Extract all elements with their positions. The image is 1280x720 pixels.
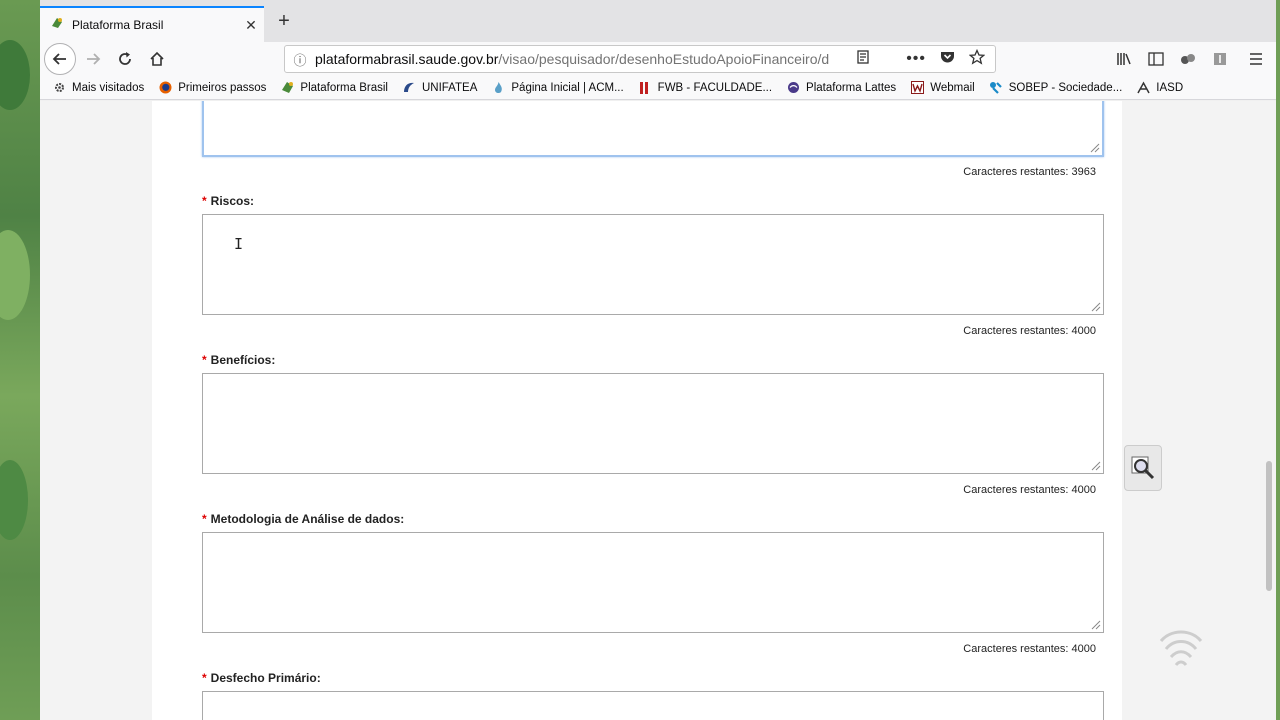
required-marker: * (202, 194, 207, 208)
site-info-icon[interactable]: ⓘ (285, 50, 315, 69)
desktop-background-right (1276, 0, 1280, 720)
plataforma-icon (280, 81, 294, 95)
browser-window: Plataforma Brasil ✕ + ⓘ plataformabrasil… (40, 0, 1276, 720)
bookmark-webmail[interactable]: Webmail (910, 81, 975, 95)
extension-icon[interactable] (1172, 44, 1204, 74)
firefox-icon (158, 81, 172, 95)
reader-view-icon[interactable] (856, 49, 870, 69)
wifi-watermark-icon (1159, 630, 1203, 666)
bookmark-star-icon[interactable] (968, 48, 986, 70)
resize-grip-icon[interactable] (1091, 620, 1101, 630)
bookmark-plataforma-brasil[interactable]: Plataforma Brasil (280, 81, 388, 95)
riscos-textarea[interactable] (202, 214, 1104, 315)
plataforma-favicon-icon (50, 16, 64, 35)
reload-icon (119, 52, 131, 65)
beneficios-char-counter: Caracteres restantes: 4000 (963, 484, 1096, 496)
required-marker: * (202, 671, 207, 685)
magnifier-icon (1131, 456, 1155, 480)
metodologia-textarea[interactable] (202, 532, 1104, 633)
iasd-icon (1136, 81, 1150, 95)
acm-icon (491, 81, 505, 95)
char-counter-value: 4000 (1071, 484, 1096, 496)
magnifier-button[interactable] (1124, 445, 1162, 491)
reload-button[interactable] (110, 44, 140, 74)
bookmark-lattes[interactable]: Plataforma Lattes (786, 81, 896, 95)
riscos-label: * Riscos: (202, 194, 255, 208)
resize-grip-icon[interactable] (1091, 461, 1101, 471)
riscos-char-counter: Caracteres restantes: 4000 (963, 325, 1096, 337)
url-path: /visao/pesquisador/desenhoEstudoApoioFin… (498, 51, 830, 67)
url-text[interactable]: plataformabrasil.saude.gov.br/visao/pesq… (315, 51, 856, 67)
home-button[interactable] (142, 44, 172, 74)
new-tab-button[interactable]: + (272, 10, 296, 34)
arrow-right-icon (87, 53, 101, 65)
forward-button[interactable] (78, 44, 108, 74)
desktop-background (0, 0, 40, 720)
char-counter-value: 4000 (1071, 643, 1096, 655)
extension-box-icon[interactable] (1204, 44, 1236, 74)
sobep-icon (989, 81, 1003, 95)
previous-textarea[interactable] (202, 101, 1104, 157)
fwb-icon (638, 81, 652, 95)
bookmark-mais-visitados[interactable]: Mais visitados (52, 81, 144, 95)
webmail-icon (910, 81, 924, 95)
text-cursor-icon: I (234, 235, 244, 253)
close-tab-icon[interactable]: ✕ (238, 17, 264, 34)
arrow-left-icon (52, 53, 66, 65)
library-icon[interactable] (1108, 44, 1140, 74)
bookmark-fwb[interactable]: FWB - FACULDADE... (638, 81, 772, 95)
bookmarks-toolbar: Mais visitados Primeiros passos Platafor… (40, 76, 1276, 100)
required-marker: * (202, 353, 207, 367)
unifatea-icon (402, 81, 416, 95)
url-bar[interactable]: ⓘ plataformabrasil.saude.gov.br/visao/pe… (284, 45, 996, 73)
bookmark-sobep[interactable]: SOBEP - Sociedade... (989, 81, 1122, 95)
metodologia-char-counter: Caracteres restantes: 4000 (963, 643, 1096, 655)
url-domain: plataformabrasil.saude.gov.br (315, 51, 499, 67)
page-actions-icon[interactable]: ••• (906, 50, 926, 68)
tab-title: Plataforma Brasil (72, 18, 164, 32)
resize-grip-icon[interactable] (1091, 302, 1101, 312)
desfecho-primario-label: * Desfecho Primário: (202, 671, 321, 685)
form-page: Caracteres restantes: 3963 * Riscos: Cara… (152, 101, 1122, 720)
sidebar-icon[interactable] (1140, 44, 1172, 74)
metodologia-label: * Metodologia de Análise de dados: (202, 512, 405, 526)
page-viewport: Caracteres restantes: 3963 * Riscos: Cara… (40, 101, 1276, 720)
desfecho-primario-textarea[interactable] (202, 691, 1104, 720)
home-icon (150, 51, 164, 66)
previous-char-counter: Caracteres restantes: 3963 (963, 166, 1096, 178)
page-scrollbar[interactable] (1266, 461, 1272, 591)
tab-strip: Plataforma Brasil ✕ + (40, 0, 1276, 42)
lattes-icon (786, 81, 800, 95)
bookmark-unifatea[interactable]: UNIFATEA (402, 81, 477, 95)
required-marker: * (202, 512, 207, 526)
beneficios-textarea[interactable] (202, 373, 1104, 474)
menu-icon[interactable] (1236, 44, 1276, 74)
char-counter-value: 4000 (1071, 325, 1096, 337)
resize-grip-icon[interactable] (1090, 143, 1100, 153)
tab-plataforma-brasil[interactable]: Plataforma Brasil ✕ (40, 6, 264, 42)
char-counter-value: 3963 (1071, 166, 1096, 178)
toolbar-right (1108, 42, 1276, 76)
gear-icon (52, 81, 66, 95)
bookmark-acm[interactable]: Página Inicial | ACM... (491, 81, 624, 95)
beneficios-label: * Benefícios: (202, 353, 276, 367)
navigation-toolbar: ⓘ plataformabrasil.saude.gov.br/visao/pe… (40, 42, 1276, 76)
bookmark-iasd[interactable]: IASD (1136, 81, 1183, 95)
bookmark-primeiros-passos[interactable]: Primeiros passos (158, 81, 266, 95)
pocket-icon[interactable] (940, 50, 955, 69)
back-button[interactable] (44, 43, 76, 75)
